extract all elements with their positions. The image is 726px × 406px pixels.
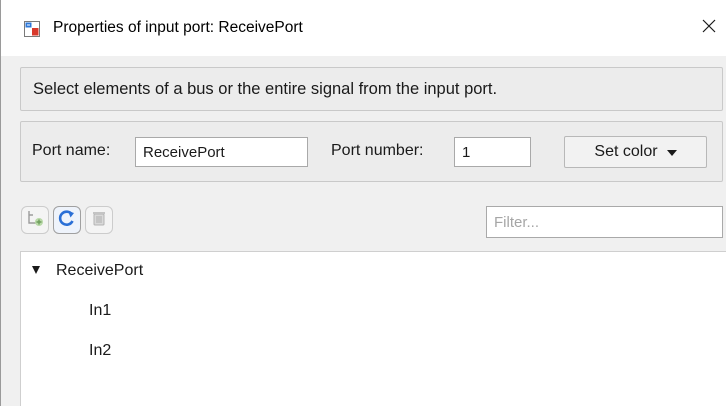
port-number-label: Port number: — [331, 142, 424, 159]
add-element-icon — [26, 209, 44, 232]
expand-triangle-icon[interactable] — [32, 266, 40, 274]
set-color-label: Set color — [594, 143, 658, 160]
simulink-block-icon — [24, 21, 40, 37]
instruction-panel: Select elements of a bus or the entire s… — [20, 67, 723, 111]
properties-dialog: Properties of input port: ReceivePort Se… — [0, 0, 726, 406]
port-number-input[interactable] — [454, 137, 531, 167]
instruction-text: Select elements of a bus or the entire s… — [33, 80, 498, 98]
set-color-button[interactable]: Set color — [564, 136, 707, 168]
add-element-button[interactable] — [21, 206, 49, 234]
port-name-label: Port name: — [32, 142, 111, 159]
refresh-icon — [57, 208, 77, 233]
filter-input[interactable] — [486, 206, 723, 238]
close-icon — [701, 18, 717, 39]
delete-icon — [90, 209, 108, 232]
delete-button[interactable] — [85, 206, 113, 234]
tree-root-item[interactable]: ReceivePort — [56, 262, 143, 280]
refresh-button[interactable] — [53, 206, 81, 234]
tree-item-in2[interactable]: In2 — [89, 342, 111, 360]
tree-item-in1[interactable]: In1 — [89, 302, 111, 320]
close-button[interactable] — [697, 16, 721, 40]
signal-tree: ReceivePort In1 In2 — [20, 251, 726, 406]
port-properties-panel: Port name: Port number: Set color — [20, 121, 723, 182]
title-bar[interactable]: Properties of input port: ReceivePort — [1, 0, 726, 56]
chevron-down-icon — [666, 150, 677, 156]
window-title: Properties of input port: ReceivePort — [53, 19, 303, 36]
port-name-input[interactable] — [135, 137, 308, 167]
